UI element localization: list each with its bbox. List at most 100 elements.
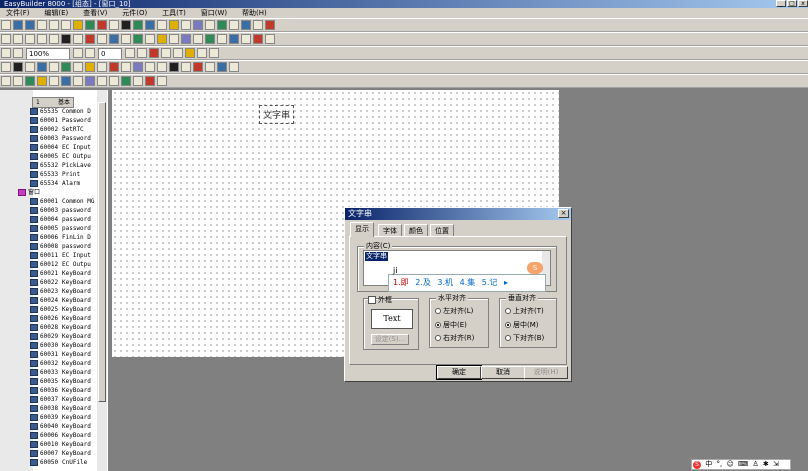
obj-12-icon[interactable] bbox=[133, 62, 143, 72]
tree-item[interactable]: 60006 KeyBoard bbox=[30, 431, 91, 440]
ime-next-arrow-icon[interactable]: ▸ bbox=[504, 278, 508, 287]
palette-icon[interactable] bbox=[37, 76, 47, 86]
tray-lang[interactable]: 中 bbox=[705, 460, 712, 468]
table-icon[interactable] bbox=[145, 34, 155, 44]
menu-window[interactable]: 窗口(W) bbox=[195, 8, 233, 18]
chart-icon[interactable] bbox=[133, 34, 143, 44]
obj-6-icon[interactable] bbox=[61, 62, 71, 72]
import-icon[interactable] bbox=[133, 76, 143, 86]
brush-icon[interactable] bbox=[13, 76, 23, 86]
download-icon[interactable] bbox=[253, 20, 263, 30]
help-button[interactable]: 说明(H) bbox=[524, 366, 568, 379]
tree-item[interactable]: 60032 KeyBoard bbox=[30, 359, 91, 368]
line-icon[interactable] bbox=[1, 34, 11, 44]
tree-item[interactable]: 60001 Password bbox=[30, 116, 91, 125]
halign-right-radio[interactable]: 右对齐(R) bbox=[435, 334, 474, 343]
menu-file[interactable]: 文件(F) bbox=[0, 8, 36, 18]
front-icon[interactable] bbox=[197, 48, 207, 58]
menu-help[interactable]: 帮助(H) bbox=[236, 8, 273, 18]
vector-icon[interactable] bbox=[109, 20, 119, 30]
ime-candidate-2[interactable]: 2.及 bbox=[415, 278, 431, 287]
tree-item[interactable]: 60022 KeyBoard bbox=[30, 278, 91, 287]
copy-icon[interactable] bbox=[49, 20, 59, 30]
text-object[interactable]: 文字串 bbox=[259, 105, 295, 124]
font-icon[interactable] bbox=[49, 76, 59, 86]
obj-7-icon[interactable] bbox=[73, 62, 83, 72]
tree-scrollbar[interactable] bbox=[97, 90, 107, 471]
obj-10-icon[interactable] bbox=[109, 62, 119, 72]
tree-item[interactable]: 60035 KeyBoard bbox=[30, 377, 91, 386]
obj-5-icon[interactable] bbox=[49, 62, 59, 72]
obj-18-icon[interactable] bbox=[205, 62, 215, 72]
menu-edit[interactable]: 编辑(E) bbox=[38, 8, 74, 18]
tree-item[interactable]: 60002 SetRTC bbox=[30, 125, 84, 134]
halign-left-radio[interactable]: 左对齐(L) bbox=[435, 307, 473, 316]
rotate-icon[interactable] bbox=[97, 76, 107, 86]
tree-item[interactable]: 60008 password bbox=[30, 242, 91, 251]
tree-item[interactable]: 60028 KeyBoard bbox=[30, 323, 91, 332]
key-icon[interactable] bbox=[169, 34, 179, 44]
polygon-icon[interactable] bbox=[49, 34, 59, 44]
cut-icon[interactable] bbox=[37, 20, 47, 30]
tree-item[interactable]: 60024 KeyBoard bbox=[30, 296, 91, 305]
text-tool-icon[interactable] bbox=[73, 20, 83, 30]
obj-3-icon[interactable] bbox=[25, 62, 35, 72]
obj-19-icon[interactable] bbox=[217, 62, 227, 72]
history-icon[interactable] bbox=[229, 34, 239, 44]
cancel-button[interactable]: 取消 bbox=[481, 366, 525, 379]
mirror-icon[interactable] bbox=[109, 76, 119, 86]
circle-icon[interactable] bbox=[25, 34, 35, 44]
save-icon[interactable] bbox=[25, 20, 35, 30]
group-icon[interactable] bbox=[161, 48, 171, 58]
rect-icon[interactable] bbox=[13, 34, 23, 44]
tree-item[interactable]: 60010 KeyBoard bbox=[30, 440, 91, 449]
valign-bottom-radio[interactable]: 下对齐(B) bbox=[505, 334, 544, 343]
xy-plot-icon[interactable] bbox=[241, 34, 251, 44]
align-right-icon[interactable] bbox=[137, 48, 147, 58]
tree-item[interactable]: 60006 FinLin D bbox=[30, 233, 91, 242]
paste-icon[interactable] bbox=[61, 20, 71, 30]
data-icon[interactable] bbox=[217, 20, 227, 30]
library-icon[interactable] bbox=[121, 76, 131, 86]
sogou-logo-icon[interactable]: S bbox=[693, 461, 701, 469]
tray-expand-icon[interactable]: ⇲ bbox=[773, 460, 779, 468]
tree-item[interactable]: 65534 Alarm bbox=[30, 179, 80, 188]
fill-icon[interactable] bbox=[25, 76, 35, 86]
minimize-button[interactable]: _ bbox=[776, 0, 786, 7]
ime-candidate-4[interactable]: 4.集 bbox=[460, 278, 476, 287]
numeric-icon[interactable] bbox=[109, 34, 119, 44]
trend-icon[interactable] bbox=[145, 20, 155, 30]
settings-icon[interactable] bbox=[157, 76, 167, 86]
ok-button[interactable]: 确定 bbox=[436, 365, 482, 380]
frame-checkbox[interactable]: 外框 bbox=[368, 295, 392, 305]
halign-center-radio[interactable]: 居中(E) bbox=[435, 321, 467, 330]
tree-item[interactable]: 60038 KeyBoard bbox=[30, 404, 91, 413]
obj-9-icon[interactable] bbox=[97, 62, 107, 72]
valign-top-radio[interactable]: 上对齐(T) bbox=[505, 307, 544, 316]
tree-item[interactable]: 60005 EC Outpu bbox=[30, 152, 91, 161]
delete-icon[interactable] bbox=[149, 48, 159, 58]
sound-icon[interactable] bbox=[181, 20, 191, 30]
tree-item[interactable]: 60023 KeyBoard bbox=[30, 287, 91, 296]
obj-2-icon[interactable] bbox=[13, 62, 23, 72]
macro-icon[interactable] bbox=[193, 20, 203, 30]
obj-15-icon[interactable] bbox=[169, 62, 179, 72]
ime-candidate-1[interactable]: 1.即 bbox=[393, 278, 409, 287]
open-icon[interactable] bbox=[13, 20, 23, 30]
function-icon[interactable] bbox=[181, 34, 191, 44]
tree-folder[interactable]: 窗口 bbox=[18, 188, 40, 197]
maximize-button[interactable]: □ bbox=[787, 0, 797, 7]
ime-candidate-3[interactable]: 3.机 bbox=[437, 278, 453, 287]
tree-item[interactable]: 60004 EC Input bbox=[30, 143, 91, 152]
tree-scroll-thumb[interactable] bbox=[98, 102, 106, 402]
tree-item[interactable]: 60003 password bbox=[30, 206, 91, 215]
tree-item[interactable]: 60029 KeyBoard bbox=[30, 332, 91, 341]
export-icon[interactable] bbox=[145, 76, 155, 86]
slider-icon[interactable] bbox=[193, 34, 203, 44]
tray-keyboard-icon[interactable]: ⌨ bbox=[738, 460, 748, 468]
recipe-icon[interactable] bbox=[205, 20, 215, 30]
tray-skin-icon[interactable]: ♙ bbox=[752, 460, 758, 468]
picture-icon[interactable] bbox=[157, 34, 167, 44]
obj-11-icon[interactable] bbox=[121, 62, 131, 72]
tree-item[interactable]: 60030 KeyBoard bbox=[30, 341, 91, 350]
